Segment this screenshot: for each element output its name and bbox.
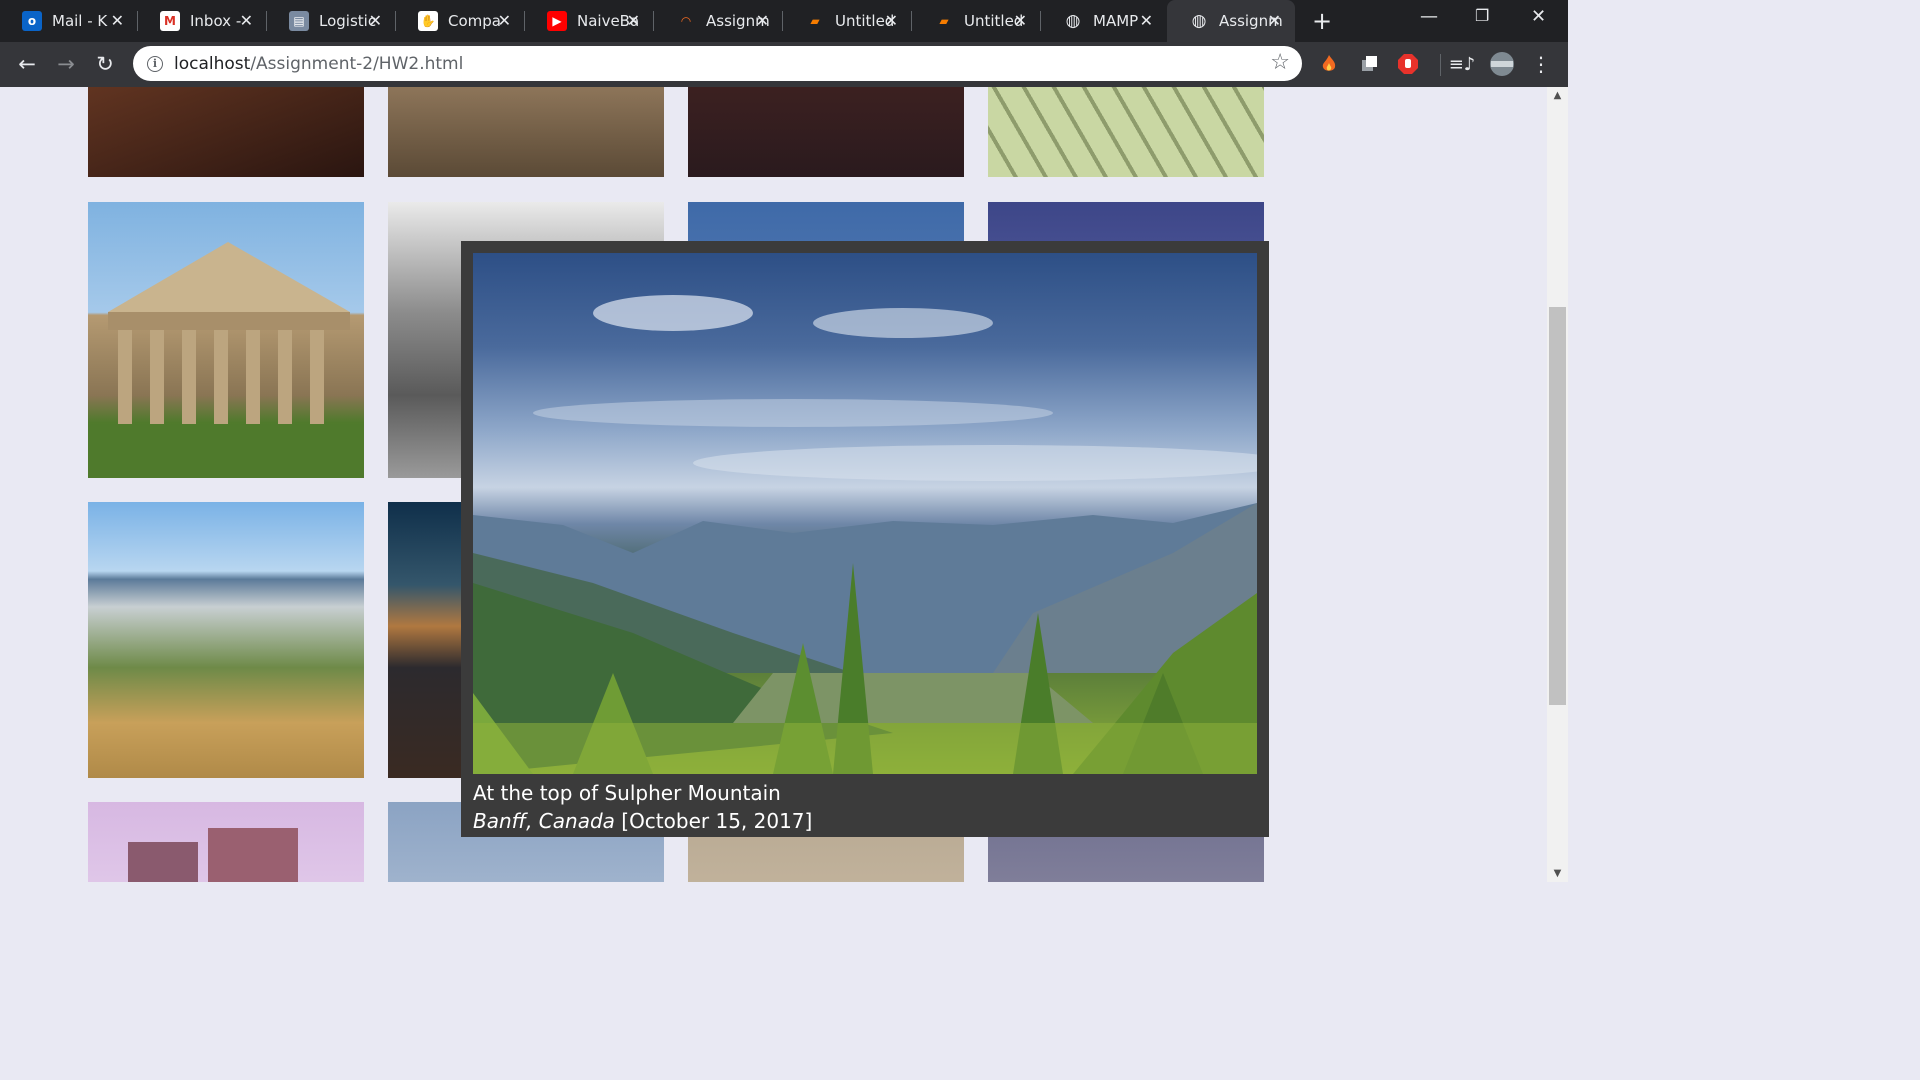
restore-icon[interactable]: ❐ <box>1475 6 1489 25</box>
close-icon[interactable]: ✕ <box>1140 11 1153 30</box>
lightbox-modal[interactable]: At the top of Sulpher Mountain Banff, Ca… <box>461 241 1269 837</box>
tab-youtube[interactable]: ▶ NaiveBa ✕ <box>525 0 654 42</box>
gallery-thumbnail[interactable] <box>88 202 364 478</box>
tab-inbox[interactable]: M Inbox - ✕ <box>138 0 267 42</box>
fire-extension-icon[interactable] <box>1316 51 1342 77</box>
scroll-up-arrow-icon[interactable]: ▲ <box>1547 87 1568 104</box>
photo-title: At the top of Sulpher Mountain <box>473 781 781 805</box>
scroll-down-arrow-icon[interactable]: ▼ <box>1547 865 1568 882</box>
avatar[interactable] <box>1489 51 1515 77</box>
tab-mamp[interactable]: ◍ MAMP ✕ <box>1041 0 1167 42</box>
photo-meta: Banff, Canada [October 15, 2017] <box>473 807 1257 835</box>
minimize-icon[interactable]: — <box>1420 6 1438 27</box>
info-icon[interactable]: i <box>147 55 163 72</box>
tab-label: MAMP <box>1093 12 1139 30</box>
back-icon[interactable]: ← <box>14 51 40 77</box>
globe-icon: ◍ <box>1191 11 1207 31</box>
close-icon[interactable]: ✕ <box>240 11 253 30</box>
toolbar-divider <box>1440 54 1441 76</box>
tab-mail[interactable]: o Mail - K ✕ <box>0 0 138 42</box>
close-icon[interactable]: ✕ <box>885 11 898 30</box>
close-icon[interactable]: ✕ <box>111 11 124 30</box>
tab-untitled-2[interactable]: ▰ Untitled ✕ <box>912 0 1041 42</box>
close-icon[interactable]: ✕ <box>369 11 382 30</box>
lightbox-caption: At the top of Sulpher Mountain Banff, Ca… <box>473 779 1257 835</box>
browser-toolbar: ← → ↻ i localhost/Assignment-2/HW2.html … <box>0 42 1568 87</box>
tab-logistic[interactable]: ▤ Logistic ✕ <box>267 0 396 42</box>
reload-icon[interactable]: ↻ <box>92 51 118 77</box>
gmail-icon: M <box>160 11 180 31</box>
gallery-thumbnail[interactable] <box>88 502 364 778</box>
loader-icon: ◠ <box>681 14 691 28</box>
tab-assignment-active[interactable]: ◍ Assignm ✕ <box>1167 0 1295 42</box>
copy-extension-icon[interactable] <box>1356 51 1382 77</box>
page-icon: ▤ <box>289 11 309 31</box>
close-icon[interactable]: ✕ <box>627 11 640 30</box>
menu-icon[interactable]: ⋮ <box>1528 51 1554 77</box>
notebook-icon: ▰ <box>939 14 949 28</box>
close-icon[interactable]: ✕ <box>1268 11 1281 30</box>
close-icon[interactable]: ✕ <box>756 11 769 30</box>
close-icon[interactable]: ✕ <box>1014 11 1027 30</box>
address-bar[interactable]: i localhost/Assignment-2/HW2.html ☆ <box>133 46 1302 81</box>
new-tab-button[interactable]: + <box>1309 8 1335 34</box>
globe-icon: ◍ <box>1065 11 1081 31</box>
url-text[interactable]: localhost/Assignment-2/HW2.html <box>174 54 463 74</box>
photo-date: [October 15, 2017] <box>621 809 813 833</box>
close-icon[interactable]: ✕ <box>498 11 511 30</box>
gallery-thumbnail[interactable] <box>88 87 364 177</box>
gallery-page: At the top of Sulpher Mountain Banff, Ca… <box>0 87 1547 882</box>
forward-icon[interactable]: → <box>53 51 79 77</box>
close-window-icon[interactable]: ✕ <box>1531 6 1546 27</box>
tab-assignment[interactable]: ◠ Assignm ✕ <box>654 0 783 42</box>
bookmark-star-icon[interactable]: ☆ <box>1270 50 1290 75</box>
media-control-icon[interactable]: ≡♪ <box>1449 51 1476 77</box>
url-host: localhost <box>174 53 251 74</box>
scrollbar-thumb[interactable] <box>1549 307 1566 705</box>
gallery-thumbnail[interactable] <box>388 87 664 177</box>
tab-untitled-1[interactable]: ▰ Untitled ✕ <box>783 0 912 42</box>
adblock-icon[interactable] <box>1395 51 1421 77</box>
page-scrollbar[interactable]: ▲ ▼ <box>1547 87 1568 882</box>
gallery-thumbnail[interactable] <box>88 802 364 882</box>
notebook-icon: ▰ <box>810 14 820 28</box>
tab-compa[interactable]: ✋ Compa ✕ <box>396 0 525 42</box>
lightbox-photo <box>473 253 1257 774</box>
outlook-icon: o <box>22 11 42 31</box>
hand-icon: ✋ <box>418 11 438 31</box>
photo-location: Banff, Canada <box>473 809 615 833</box>
tab-strip: o Mail - K ✕ M Inbox - ✕ ▤ Logistic ✕ ✋ … <box>0 0 1568 42</box>
gallery-thumbnail[interactable] <box>988 87 1264 177</box>
gallery-thumbnail[interactable] <box>688 87 964 177</box>
youtube-icon: ▶ <box>547 11 567 31</box>
url-path: /Assignment-2/HW2.html <box>250 53 464 74</box>
